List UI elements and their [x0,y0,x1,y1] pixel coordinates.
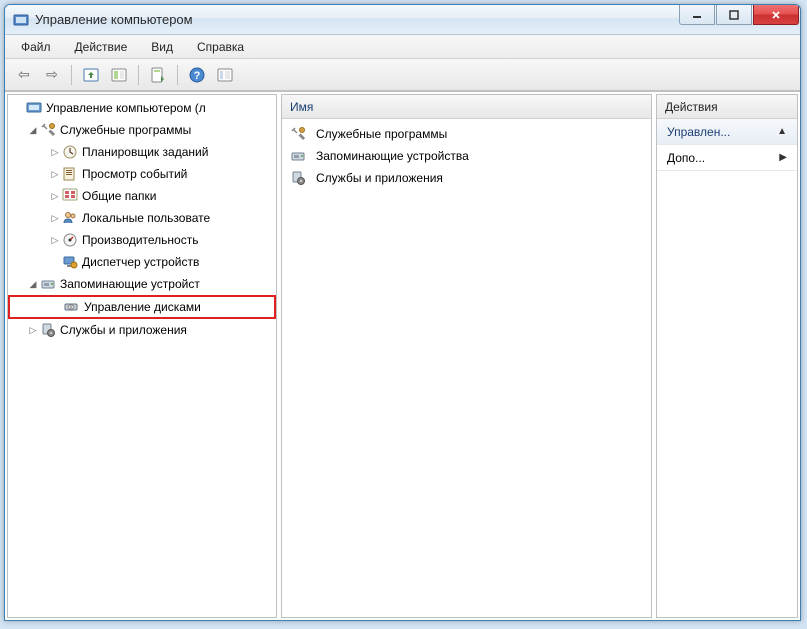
actions-header: Действия [657,95,797,119]
toolbar: ⇦ ⇨ ? [5,59,800,91]
up-level-button[interactable] [78,63,104,87]
tree-performance[interactable]: ▷ Производительность [8,229,276,251]
tree-root[interactable]: Управление компьютером (л [8,97,276,119]
expander-expand-icon[interactable]: ▷ [48,191,62,202]
tree-event-viewer[interactable]: ▷ Просмотр событий [8,163,276,185]
tree-label: Просмотр событий [82,167,187,181]
column-name: Имя [290,100,313,114]
chevron-right-icon: ▶ [779,152,787,163]
tree-label: Диспетчер устройств [82,255,199,269]
app-icon [13,12,29,28]
menu-file[interactable]: Файл [11,37,61,57]
window-controls [679,5,800,25]
expander-expand-icon[interactable]: ▷ [48,147,62,158]
device-manager-icon [62,254,78,270]
performance-icon [62,232,78,248]
titlebar: Управление компьютером [5,5,800,35]
nav-forward-button[interactable]: ⇨ [39,63,65,87]
tree-device-manager[interactable]: Диспетчер устройств [8,251,276,273]
expander-expand-icon[interactable]: ▷ [26,325,40,336]
users-icon [62,210,78,226]
svg-text:?: ? [194,70,201,82]
refresh-button[interactable] [212,63,238,87]
action-group-label: Управлен... [667,125,730,139]
action-more[interactable]: Допо... ▶ [657,145,797,171]
list-pane: Имя Служебные программы Запоминающие уст… [281,94,652,618]
expander-expand-icon[interactable]: ▷ [48,235,62,246]
menu-view[interactable]: Вид [141,37,183,57]
help-button[interactable]: ? [184,63,210,87]
window-title: Управление компьютером [35,12,193,27]
tree-shared-folders[interactable]: ▷ Общие папки [8,185,276,207]
tree-label: Производительность [82,233,198,247]
expander-expand-icon[interactable]: ▷ [48,169,62,180]
arrow-left-icon: ⇦ [18,66,30,83]
actions-pane: Действия Управлен... ▲ Допо... ▶ [656,94,798,618]
list-item-storage[interactable]: Запоминающие устройства [286,145,647,167]
event-viewer-icon [62,166,78,182]
collapse-up-icon: ▲ [777,126,787,137]
shared-folder-icon [62,188,78,204]
tree-task-scheduler[interactable]: ▷ Планировщик заданий [8,141,276,163]
storage-icon [290,148,306,164]
list-header[interactable]: Имя [282,95,651,119]
tree-disk-management[interactable]: Управление дисками [8,295,276,319]
actions-body: Управлен... ▲ Допо... ▶ [657,119,797,171]
menubar: Файл Действие Вид Справка [5,35,800,59]
tree-label: Локальные пользовате [82,211,210,225]
show-hide-button[interactable] [106,63,132,87]
list-item-label: Запоминающие устройства [316,149,469,163]
nav-back-button[interactable]: ⇦ [11,63,37,87]
list-item-label: Служебные программы [316,127,447,141]
action-group[interactable]: Управлен... ▲ [657,119,797,145]
minimize-button[interactable] [679,5,715,25]
tree-label: Общие папки [82,189,156,203]
tree-system-tools[interactable]: ◢ Служебные программы [8,119,276,141]
expander-collapse-icon[interactable]: ◢ [26,279,40,290]
computer-management-icon [26,100,42,116]
list-item-services[interactable]: Службы и приложения [286,167,647,189]
tools-icon [40,122,56,138]
clock-icon [62,144,78,160]
properties-button[interactable] [145,63,171,87]
tree-label: Управление дисками [84,300,201,314]
tools-icon [290,126,306,142]
expander-expand-icon[interactable]: ▷ [48,213,62,224]
tree-services-apps[interactable]: ▷ Службы и приложения [8,319,276,341]
tree: Управление компьютером (л ◢ Служебные пр… [8,95,276,343]
close-button[interactable] [753,5,799,25]
services-icon [290,170,306,186]
expander-collapse-icon[interactable]: ◢ [26,125,40,136]
disk-management-icon [64,299,80,315]
tree-label: Службы и приложения [60,323,187,337]
tree-label: Служебные программы [60,123,191,137]
action-more-label: Допо... [667,151,705,165]
list-body: Служебные программы Запоминающие устройс… [282,119,651,193]
arrow-right-icon: ⇨ [46,66,58,83]
menu-action[interactable]: Действие [65,37,138,57]
tree-storage[interactable]: ◢ Запоминающие устройст [8,273,276,295]
storage-icon [40,276,56,292]
tree-label: Управление компьютером (л [46,101,206,115]
actions-title: Действия [665,100,718,114]
menu-help[interactable]: Справка [187,37,254,57]
list-item-system-tools[interactable]: Служебные программы [286,123,647,145]
window: Управление компьютером Файл Действие Вид… [4,4,801,621]
toolbar-separator [71,65,72,85]
tree-pane: Управление компьютером (л ◢ Служебные пр… [7,94,277,618]
services-icon [40,322,56,338]
maximize-button[interactable] [716,5,752,25]
tree-local-users[interactable]: ▷ Локальные пользовате [8,207,276,229]
content-area: Управление компьютером (л ◢ Служебные пр… [5,91,800,620]
toolbar-separator [138,65,139,85]
tree-label: Планировщик заданий [82,145,208,159]
toolbar-separator [177,65,178,85]
tree-label: Запоминающие устройст [60,277,200,291]
list-item-label: Службы и приложения [316,171,443,185]
